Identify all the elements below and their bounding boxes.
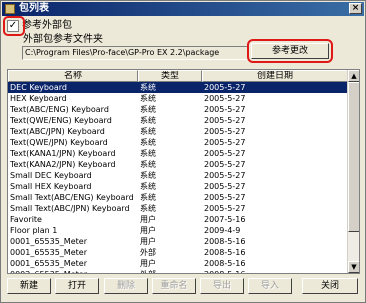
row-name-cell: Text(QWE/ENG) Keyboard: [10, 116, 112, 125]
row-type-cell: 系统: [140, 160, 156, 169]
import-button[interactable]: 导入: [248, 278, 292, 294]
row-date-cell: 2005-5-27: [204, 149, 246, 158]
row-date-cell: 2005-5-27: [204, 204, 246, 213]
row-name-cell: Small DEC Keyboard: [10, 171, 92, 180]
row-date-cell: 2005-5-27: [204, 83, 246, 92]
delete-button[interactable]: 删除: [104, 278, 148, 294]
row-type-cell: 用户: [140, 226, 156, 235]
row-date-cell: 2008-5-16: [204, 259, 246, 268]
row-type-cell: 系统: [140, 171, 156, 180]
close-button[interactable]: 关闭: [302, 278, 358, 294]
row-date-cell: 2005-5-27: [204, 193, 246, 202]
row-name-cell: Small Text(ABC/JPN) Keyboard: [10, 204, 130, 213]
row-name-cell: Text(KANA1/JPN) Keyboard: [10, 149, 116, 158]
row-name-cell: DEC Keyboard: [10, 83, 67, 92]
row-type-cell: 用户: [140, 215, 156, 224]
row-date-cell: 2008-5-16: [202, 269, 348, 273]
table-row[interactable]: Favorite 用户 2007-5-16: [8, 214, 348, 225]
table-row[interactable]: Small HEX Keyboard 系统 2005-5-27: [8, 181, 348, 192]
table-row[interactable]: DEC Keyboard 系统 2005-5-27: [8, 82, 348, 93]
row-name-cell: Text(KANA2/JPN) Keyboard: [10, 160, 116, 169]
table-row[interactable]: Small Text(ABC/JPN) Keyboard 系统 2005-5-27: [8, 203, 348, 214]
row-name-cell: Text(ABC/ENG) Keyboard: [10, 105, 109, 114]
row-name-cell: HEX Keyboard: [10, 94, 67, 103]
column-header-name[interactable]: 名称: [8, 70, 138, 82]
table-row[interactable]: Text(KANA2/JPN) Keyboard 系统 2005-5-27: [8, 159, 348, 170]
row-name-cell: Floor plan 1: [10, 226, 58, 235]
row-type-cell: 系统: [140, 83, 156, 92]
row-type-cell: 系统: [140, 193, 156, 202]
list-header: 名称 类型 创建日期: [8, 70, 348, 82]
title-bar: 包列表 ×: [2, 2, 364, 16]
row-date-cell: 2005-5-27: [204, 127, 246, 136]
table-row[interactable]: Text(QWE/ENG) Keyboard 系统 2005-5-27: [8, 115, 348, 126]
scroll-thumb[interactable]: [348, 82, 359, 232]
row-date-cell: 2008-5-16: [204, 237, 246, 246]
row-type-cell: 用户: [140, 237, 156, 246]
row-name-cell: 0001_65535_Meter: [10, 248, 87, 257]
table-row[interactable]: Text(ABC/ENG) Keyboard 系统 2005-5-27: [8, 104, 348, 115]
row-type-cell: 外部: [138, 269, 202, 273]
row-type-cell: 用户: [140, 259, 156, 268]
row-type-cell: 系统: [140, 127, 156, 136]
row-date-cell: 2005-5-27: [204, 171, 246, 180]
row-date-cell: 2005-5-27: [204, 105, 246, 114]
table-row[interactable]: 0002_65535_Meter外部2008-5-16: [8, 269, 348, 273]
row-date-cell: 2005-5-27: [204, 182, 246, 191]
vertical-scrollbar[interactable]: ▲ ▼: [347, 70, 359, 273]
row-type-cell: 系统: [140, 105, 156, 114]
row-name-cell: 0001_65535_Meter: [10, 259, 87, 268]
package-icon: [5, 4, 15, 14]
table-row[interactable]: Small DEC Keyboard 系统 2005-5-27: [8, 170, 348, 181]
table-row[interactable]: Small Text(ABC/ENG) Keyboard 系统 2005-5-27: [8, 192, 348, 203]
table-row[interactable]: 0001_65535_Meter 用户 2008-5-16: [8, 236, 348, 247]
package-list-window: 包列表 × ✓ 参考外部包 外部包参考文件夹 C:\Program Files\…: [0, 0, 366, 303]
row-type-cell: 系统: [140, 116, 156, 125]
table-row[interactable]: 0001_65535_Meter 用户 2008-5-16: [8, 258, 348, 269]
row-date-cell: 2005-5-27: [204, 138, 246, 147]
row-type-cell: 系统: [140, 94, 156, 103]
package-list[interactable]: 名称 类型 创建日期 DEC Keyboard 系统 2005-5-27 HEX Ke…: [7, 69, 360, 274]
button-highlight: [247, 39, 333, 63]
external-package-label: 参考外部包: [22, 20, 72, 31]
column-header-date[interactable]: 创建日期: [202, 70, 348, 82]
scroll-down-icon[interactable]: ▼: [348, 261, 359, 273]
row-date-cell: 2005-5-27: [204, 94, 246, 103]
folder-label: 外部包参考文件夹: [23, 34, 103, 45]
row-name-cell: Small HEX Keyboard: [10, 182, 92, 191]
open-button[interactable]: 打开: [55, 278, 99, 294]
table-row[interactable]: Text(KANA1/JPN) Keyboard 系统 2005-5-27: [8, 148, 348, 159]
table-row[interactable]: 0001_65535_Meter 外部 2008-5-16: [8, 247, 348, 258]
row-type-cell: 系统: [140, 204, 156, 213]
table-row[interactable]: Floor plan 1 用户 2009-4-9: [8, 225, 348, 236]
folder-path-field: C:\Program Files\Pro-face\GP-Pro EX 2.2\…: [22, 46, 248, 60]
table-row[interactable]: Text(QWE/JPN) Keyboard 系统 2005-5-27: [8, 137, 348, 148]
row-type-cell: 系统: [140, 182, 156, 191]
row-name-cell: Small Text(ABC/ENG) Keyboard: [10, 193, 134, 202]
table-row[interactable]: HEX Keyboard 系统 2005-5-27: [8, 93, 348, 104]
window-title: 包列表: [19, 3, 49, 14]
rename-button[interactable]: 重命名: [152, 278, 196, 294]
export-button[interactable]: 导出: [200, 278, 244, 294]
list-rows: DEC Keyboard 系统 2005-5-27 HEX Keyboard 系统 200…: [8, 82, 348, 273]
row-type-cell: 系统: [140, 149, 156, 158]
row-date-cell: 2005-5-27: [204, 160, 246, 169]
row-date-cell: 2009-4-9: [204, 226, 241, 235]
row-name-cell: Text(ABC/JPN) Keyboard: [10, 127, 105, 136]
row-name-cell: Favorite: [10, 215, 42, 224]
close-window-button[interactable]: ×: [349, 3, 362, 14]
table-row[interactable]: Text(ABC/JPN) Keyboard 系统 2005-5-27: [8, 126, 348, 137]
row-date-cell: 2007-5-16: [204, 215, 246, 224]
row-type-cell: 外部: [140, 248, 156, 257]
row-type-cell: 系统: [140, 138, 156, 147]
row-date-cell: 2008-5-16: [204, 248, 246, 257]
scroll-up-icon[interactable]: ▲: [348, 70, 359, 82]
row-name-cell: Text(QWE/JPN) Keyboard: [10, 138, 108, 147]
new-button[interactable]: 新建: [7, 278, 51, 294]
row-date-cell: 2005-5-27: [204, 116, 246, 125]
row-name-cell: 0001_65535_Meter: [10, 237, 87, 246]
row-name-cell: 0002_65535_Meter: [8, 269, 138, 273]
column-header-type[interactable]: 类型: [138, 70, 202, 82]
checkbox-highlight: [3, 16, 25, 36]
